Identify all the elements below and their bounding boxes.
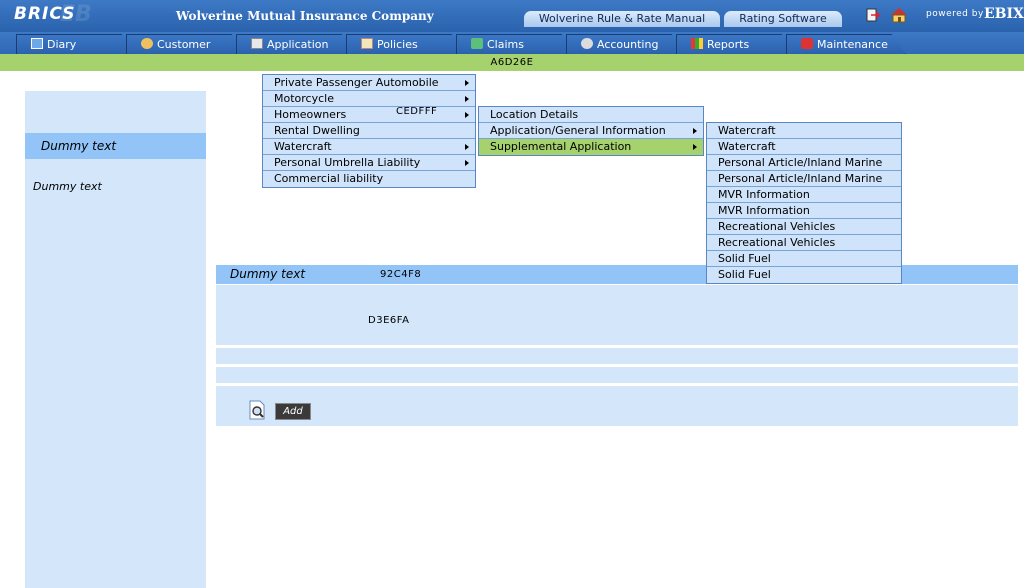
menu-item-label: Watercraft xyxy=(718,124,776,137)
submenu-arrow-icon xyxy=(465,112,469,118)
menu-item-solid-fuel[interactable]: Solid Fuel xyxy=(707,251,901,267)
menu-item-watercraft[interactable]: Watercraft xyxy=(263,139,475,155)
menu-item-mvr-information[interactable]: MVR Information xyxy=(707,203,901,219)
homeowners-submenu: Location Details Application/General Inf… xyxy=(478,106,704,156)
menu-item-label: Supplemental Application xyxy=(490,140,632,153)
accounting-icon xyxy=(581,38,593,49)
submenu-arrow-icon xyxy=(465,160,469,166)
tab-label: Diary xyxy=(47,38,77,51)
body-color-code: D3E6FA xyxy=(368,315,410,326)
left-panel-text: Dummy text xyxy=(33,180,102,193)
policies-icon xyxy=(361,38,373,49)
menu-item-personal-article-inland-marine[interactable]: Personal Article/Inland Marine xyxy=(707,171,901,187)
menu-item-label: Personal Umbrella Liability xyxy=(274,156,421,169)
menu-item-label: Commercial liability xyxy=(274,172,384,185)
menu-item-label: Rental Dwelling xyxy=(274,124,360,137)
claims-icon xyxy=(471,38,483,49)
maintenance-icon xyxy=(801,38,813,49)
tab-diary[interactable]: Diary xyxy=(16,34,136,54)
menu-color-code: CEDFFF xyxy=(396,106,438,117)
add-button[interactable]: Add xyxy=(275,403,311,420)
content-row xyxy=(216,348,1018,364)
status-bar: A6D26E xyxy=(0,54,1024,71)
menu-item-private-passenger-automobile[interactable]: Private Passenger Automobile xyxy=(263,75,475,91)
rating-software-link[interactable]: Rating Software xyxy=(724,11,842,27)
menu-item-label: Recreational Vehicles xyxy=(718,220,836,233)
menu-item-watercraft[interactable]: Watercraft xyxy=(707,139,901,155)
menu-item-label: Private Passenger Automobile xyxy=(274,76,439,89)
menu-item-recreational-vehicles[interactable]: Recreational Vehicles xyxy=(707,219,901,235)
menu-item-location-details[interactable]: Location Details xyxy=(479,107,703,123)
ebix-brand: EBIX xyxy=(984,6,1024,22)
main-tab-bar: Diary Customer Application Policies Clai… xyxy=(0,32,1024,54)
menu-item-label: MVR Information xyxy=(718,204,810,217)
header-color-code: 92C4F8 xyxy=(380,269,422,280)
tab-label: Claims xyxy=(487,38,524,51)
submenu-arrow-icon xyxy=(465,96,469,102)
menu-item-solid-fuel[interactable]: Solid Fuel xyxy=(707,267,901,283)
company-name: Wolverine Mutual Insurance Company xyxy=(176,9,434,23)
menu-item-motorcycle[interactable]: Motorcycle xyxy=(263,91,475,107)
menu-item-mvr-information[interactable]: MVR Information xyxy=(707,187,901,203)
tab-label: Maintenance xyxy=(817,38,888,51)
tab-maintenance[interactable]: Maintenance xyxy=(786,34,906,54)
application-icon xyxy=(251,38,263,49)
left-panel: Dummy text Dummy text xyxy=(25,91,206,588)
submenu-arrow-icon xyxy=(465,144,469,150)
tab-policies[interactable]: Policies xyxy=(346,34,466,54)
brics-logo: BRICS xyxy=(14,4,76,24)
tab-application[interactable]: Application xyxy=(236,34,356,54)
submenu-arrow-icon xyxy=(693,144,697,150)
home-icon[interactable] xyxy=(890,7,908,23)
menu-item-label: Personal Article/Inland Marine xyxy=(718,172,883,185)
application-menu: Private Passenger Automobile Motorcycle … xyxy=(262,74,476,188)
menu-item-supplemental-application[interactable]: Supplemental Application xyxy=(479,139,703,155)
supplemental-application-submenu: Watercraft Watercraft Personal Article/I… xyxy=(706,122,902,284)
powered-by-label: powered by xyxy=(926,9,984,19)
left-panel-heading: Dummy text xyxy=(25,133,206,159)
tab-label: Accounting xyxy=(597,38,659,51)
menu-item-recreational-vehicles[interactable]: Recreational Vehicles xyxy=(707,235,901,251)
submenu-arrow-icon xyxy=(465,80,469,86)
tab-accounting[interactable]: Accounting xyxy=(566,34,686,54)
submenu-arrow-icon xyxy=(693,128,697,134)
diary-icon xyxy=(31,38,43,49)
menu-item-rental-dwelling[interactable]: Rental Dwelling xyxy=(263,123,475,139)
tab-label: Application xyxy=(267,38,329,51)
main-section-body: D3E6FA xyxy=(216,285,1018,345)
reports-icon xyxy=(691,38,703,49)
top-header: EB BRICS Wolverine Mutual Insurance Comp… xyxy=(0,0,1024,32)
main-section-title: Dummy text xyxy=(230,267,306,281)
tab-label: Reports xyxy=(707,38,750,51)
menu-item-personal-article-inland-marine[interactable]: Personal Article/Inland Marine xyxy=(707,155,901,171)
tab-claims[interactable]: Claims xyxy=(456,34,576,54)
menu-item-label: Watercraft xyxy=(718,140,776,153)
menu-item-label: Watercraft xyxy=(274,140,332,153)
menu-item-label: Solid Fuel xyxy=(718,268,771,281)
menu-item-commercial-liability[interactable]: Commercial liability xyxy=(263,171,475,187)
menu-item-label: Personal Article/Inland Marine xyxy=(718,156,883,169)
customer-icon xyxy=(141,38,153,49)
content-row xyxy=(216,367,1018,383)
menu-item-label: Application/General Information xyxy=(490,124,666,137)
menu-item-label: MVR Information xyxy=(718,188,810,201)
search-document-icon[interactable] xyxy=(248,400,266,420)
menu-item-label: Homeowners xyxy=(274,108,347,121)
tab-customer[interactable]: Customer xyxy=(126,34,246,54)
menu-item-personal-umbrella-liability[interactable]: Personal Umbrella Liability xyxy=(263,155,475,171)
rule-rate-manual-link[interactable]: Wolverine Rule & Rate Manual xyxy=(524,11,720,27)
action-row: Add xyxy=(216,386,1018,426)
tab-label: Policies xyxy=(377,38,418,51)
menu-item-label: Solid Fuel xyxy=(718,252,771,265)
menu-item-homeowners[interactable]: Homeowners xyxy=(263,107,475,123)
menu-item-watercraft[interactable]: Watercraft xyxy=(707,123,901,139)
menu-item-label: Recreational Vehicles xyxy=(718,236,836,249)
tab-reports[interactable]: Reports xyxy=(676,34,796,54)
tab-label: Customer xyxy=(157,38,211,51)
menu-item-label: Motorcycle xyxy=(274,92,334,105)
menu-item-label: Location Details xyxy=(490,108,579,121)
exit-icon[interactable] xyxy=(866,8,880,22)
menu-item-application-general-information[interactable]: Application/General Information xyxy=(479,123,703,139)
